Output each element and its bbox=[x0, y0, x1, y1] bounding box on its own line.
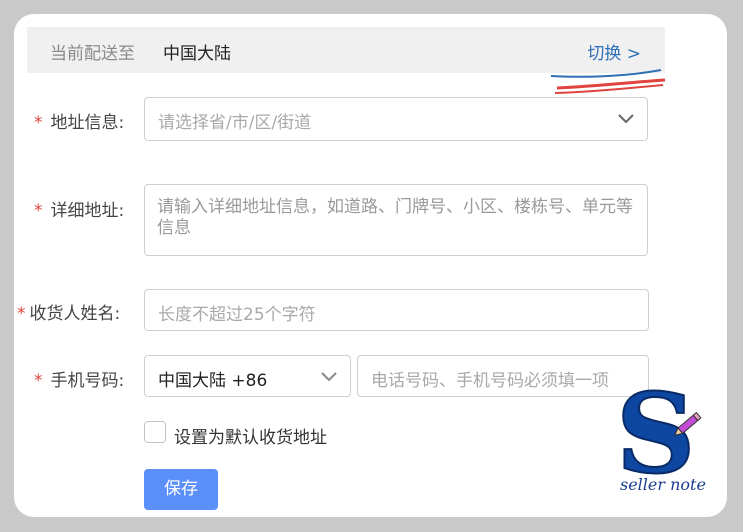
receiver-placeholder: 长度不超过25个字符 bbox=[158, 305, 316, 325]
phone-field-label: * 手机号码: bbox=[34, 371, 125, 391]
required-mark: * bbox=[34, 201, 43, 221]
country-code-value: 中国大陆 +86 bbox=[158, 371, 268, 391]
red-underline-annotation bbox=[550, 69, 666, 94]
seller-note-logo: S bbox=[615, 380, 702, 480]
region-label: 当前配送至 bbox=[50, 44, 135, 64]
address-field-label: * 地址信息: bbox=[34, 113, 125, 133]
default-address-checkbox[interactable] bbox=[144, 421, 166, 443]
switch-region-link[interactable]: 切换 > bbox=[587, 39, 641, 64]
save-button[interactable]: 保存 bbox=[144, 469, 218, 510]
address-select[interactable]: 请选择省/市/区/街道 bbox=[144, 97, 648, 141]
address-placeholder: 请选择省/市/区/街道 bbox=[158, 113, 312, 133]
receiver-name-input[interactable]: 长度不超过25个字符 bbox=[144, 289, 649, 331]
phone-placeholder: 电话号码、手机号码必须填一项 bbox=[371, 371, 609, 391]
address-form-card: 当前配送至 中国大陆 切换 > * 地址信息: 请选择省/市/区/街道 * 详细地址… bbox=[14, 14, 727, 517]
phone-number-input[interactable]: 电话号码、手机号码必须填一项 bbox=[357, 355, 649, 397]
detail-address-textarea[interactable]: 请输入详细地址信息，如道路、门牌号、小区、楼栋号、单元等信息 bbox=[144, 184, 648, 256]
required-mark: * bbox=[17, 304, 26, 324]
receiver-field-label: * 收货人姓名: bbox=[17, 304, 121, 324]
detail-placeholder: 请输入详细地址信息，如道路、门牌号、小区、楼栋号、单元等信息 bbox=[157, 197, 633, 238]
default-address-label[interactable]: 设置为默认收货地址 bbox=[174, 423, 327, 448]
required-mark: * bbox=[34, 371, 43, 391]
logo-text: seller note bbox=[620, 475, 706, 494]
detail-field-label: * 详细地址: bbox=[34, 201, 125, 221]
chevron-down-icon bbox=[321, 372, 337, 382]
required-mark: * bbox=[34, 113, 43, 133]
chevron-down-icon bbox=[618, 114, 634, 124]
region-value: 中国大陆 bbox=[163, 44, 231, 64]
country-code-select[interactable]: 中国大陆 +86 bbox=[144, 355, 351, 397]
